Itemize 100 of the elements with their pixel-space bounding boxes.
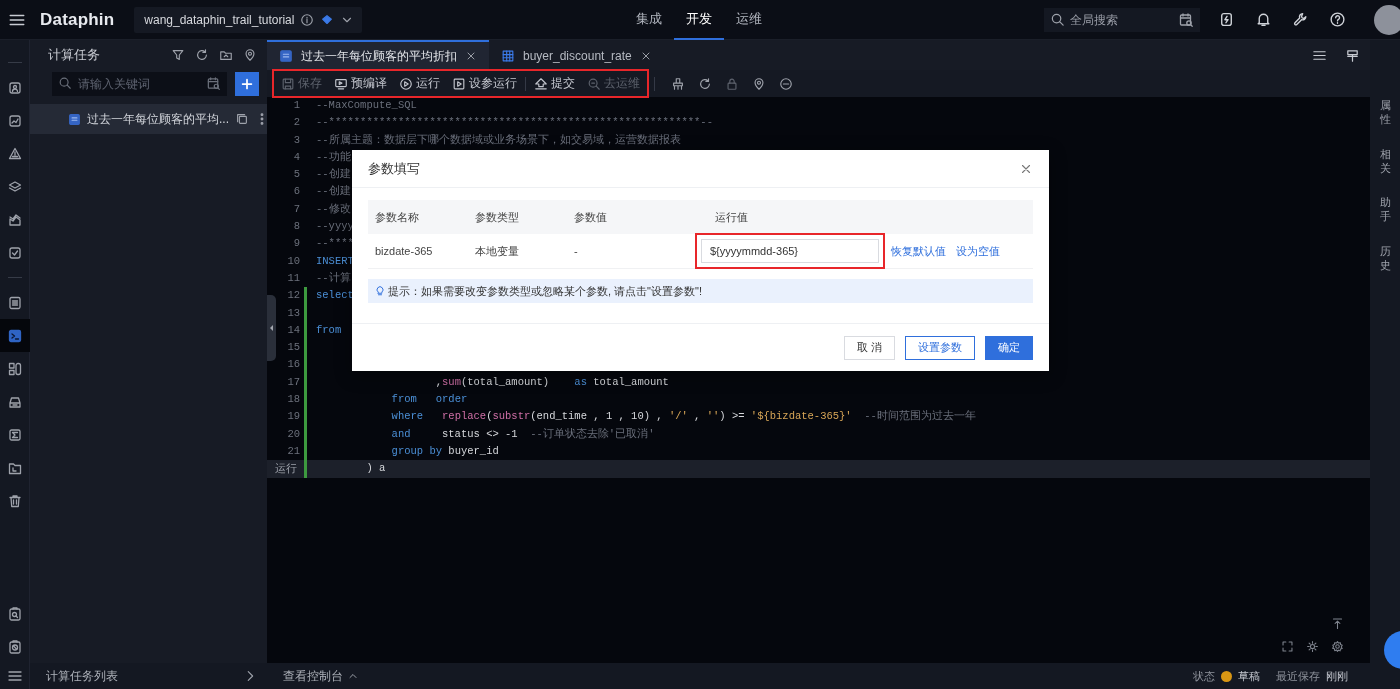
project-selector[interactable]: wang_dataphin_trail_tutorial bbox=[134, 6, 363, 33]
saved-time: 刚刚 bbox=[1326, 668, 1348, 684]
status-dot bbox=[1221, 670, 1232, 682]
layout-icon[interactable] bbox=[1345, 47, 1360, 63]
side-tab[interactable]: 历史 bbox=[1379, 243, 1391, 273]
search-icon bbox=[58, 76, 72, 90]
rail-icon bbox=[6, 360, 23, 377]
collapse-handle[interactable] bbox=[267, 295, 276, 361]
rail-icon bbox=[6, 638, 23, 655]
help-icon[interactable] bbox=[1329, 11, 1347, 28]
location-icon[interactable] bbox=[243, 48, 257, 62]
tree-item[interactable]: 过去一年每位顾客的平均... bbox=[30, 104, 267, 134]
line-number: 18 bbox=[267, 391, 307, 409]
value-field[interactable]: ${yyyymmdd-365} bbox=[701, 239, 879, 263]
side-tab[interactable]: 相关 bbox=[1379, 146, 1391, 176]
console-toggle[interactable]: 查看控制台 bbox=[277, 666, 365, 686]
link[interactable]: 恢复默认值 bbox=[889, 243, 948, 259]
table-cell: bizdate-365 bbox=[368, 234, 468, 269]
code-line: --功能 bbox=[316, 149, 351, 165]
code-line: --**** bbox=[316, 236, 354, 252]
code-line: --计算 bbox=[316, 270, 351, 286]
add-button[interactable] bbox=[235, 72, 259, 96]
logo[interactable]: Dataphin bbox=[40, 9, 115, 30]
calendar-search-icon[interactable] bbox=[206, 76, 221, 91]
side-tab[interactable]: 属性 bbox=[1379, 98, 1391, 127]
dialog-button[interactable]: 确定 bbox=[985, 335, 1033, 360]
info-icon[interactable] bbox=[300, 12, 315, 27]
editor-tab[interactable]: 过去一年每位顾客的平均折扣 bbox=[267, 40, 489, 70]
table-cell: 本地变量 bbox=[468, 234, 567, 269]
nav-tab[interactable]: 集成 bbox=[624, 0, 675, 40]
folder-icon[interactable] bbox=[219, 48, 233, 62]
saved-label: 最近保存 bbox=[1276, 668, 1320, 684]
column-header: 参数名称 bbox=[368, 200, 468, 234]
editor-tab[interactable]: buyer_discount_rate bbox=[489, 40, 664, 70]
line-number: 19 bbox=[267, 408, 307, 426]
lock-icon[interactable] bbox=[725, 76, 739, 91]
line-number: 8 bbox=[292, 219, 301, 235]
dialog-button[interactable]: 设置参数 bbox=[905, 335, 975, 360]
line-number: 9 bbox=[292, 236, 301, 252]
code-line: from order bbox=[390, 392, 468, 408]
line-number: 11 bbox=[286, 270, 301, 286]
code-line: ,sum(total_amount) as total_amount bbox=[434, 374, 669, 390]
code-line: group by buyer_id bbox=[390, 443, 499, 459]
settings-icon[interactable] bbox=[1331, 640, 1344, 653]
panel-title: 计算任务 bbox=[48, 46, 101, 64]
code-line: where replace(substr(end_time , 1 , 10) , '/' , '') >= '${bizdate-365}' --时间范围为过去一年 bbox=[390, 409, 976, 425]
plus-icon bbox=[240, 77, 254, 91]
close-icon[interactable] bbox=[465, 50, 477, 62]
expand-icon[interactable] bbox=[1281, 640, 1294, 653]
rail-icon bbox=[6, 112, 23, 129]
code-line: --***********************************************************-- bbox=[316, 115, 713, 131]
rail-icon bbox=[6, 145, 23, 162]
column-header: 参数值 bbox=[567, 200, 708, 234]
monitor-play-icon bbox=[334, 76, 348, 91]
code-line: select bbox=[316, 288, 354, 304]
column-header: 运行值 bbox=[708, 200, 1033, 234]
toolbar-button[interactable]: 运行 bbox=[395, 72, 444, 95]
rail-icon bbox=[6, 79, 23, 96]
search-field[interactable]: 请输入关键词 bbox=[52, 72, 227, 96]
list-icon[interactable] bbox=[6, 668, 23, 684]
broom-icon[interactable] bbox=[671, 76, 685, 91]
link[interactable]: 设为空值 bbox=[954, 243, 1002, 259]
save-icon bbox=[281, 76, 295, 91]
more-icon[interactable] bbox=[779, 76, 793, 91]
avatar[interactable] bbox=[1374, 4, 1400, 35]
rail-icon bbox=[6, 294, 23, 311]
global-search-field[interactable]: 全局搜索 bbox=[1044, 7, 1201, 32]
calendar-search-icon[interactable] bbox=[1178, 11, 1195, 28]
refresh-icon[interactable] bbox=[698, 76, 712, 91]
dialog-title: 参数填写 bbox=[368, 159, 421, 178]
run-icon bbox=[399, 76, 413, 91]
line-number: 4 bbox=[292, 149, 301, 165]
line-number: 5 bbox=[292, 167, 301, 183]
table-icon bbox=[501, 49, 515, 63]
code-line: and status <> -1 --订单状态去除'已取消' bbox=[390, 426, 655, 442]
filter-icon[interactable] bbox=[171, 48, 185, 62]
hint-text: 提示：如果需要改变参数类型或忽略某个参数, 请点击"设置参数"! bbox=[388, 283, 702, 299]
dialog-button[interactable]: 取 消 bbox=[843, 335, 895, 360]
task-list-label[interactable]: 计算任务列表 bbox=[46, 667, 243, 685]
code-line: --修改 bbox=[316, 201, 351, 217]
toolbar-button[interactable]: 设参运行 bbox=[448, 72, 521, 95]
status-label: 状态 bbox=[1193, 668, 1215, 684]
nav-tab[interactable]: 运维 bbox=[724, 0, 775, 40]
search-icon bbox=[1050, 11, 1066, 27]
line-number: 20 bbox=[267, 425, 307, 443]
line-number: 2 bbox=[292, 115, 301, 131]
location-icon[interactable] bbox=[752, 76, 766, 91]
toolbar-button[interactable]: 提交 bbox=[530, 72, 579, 95]
rail-icon bbox=[6, 244, 23, 261]
scroll-top-icon[interactable] bbox=[1331, 617, 1344, 630]
code-line: --创建 bbox=[316, 184, 351, 200]
file-icon bbox=[68, 112, 81, 126]
toolbar-button[interactable]: 预编译 bbox=[330, 72, 391, 95]
refresh-icon[interactable] bbox=[195, 48, 209, 62]
line-number: 3 bbox=[292, 132, 301, 148]
code-line: ) a bbox=[365, 461, 386, 477]
line-number: 7 bbox=[292, 201, 301, 217]
copy-icon[interactable] bbox=[235, 112, 249, 126]
sun-icon[interactable] bbox=[1306, 640, 1319, 653]
side-tab[interactable]: 助手 bbox=[1379, 195, 1391, 224]
